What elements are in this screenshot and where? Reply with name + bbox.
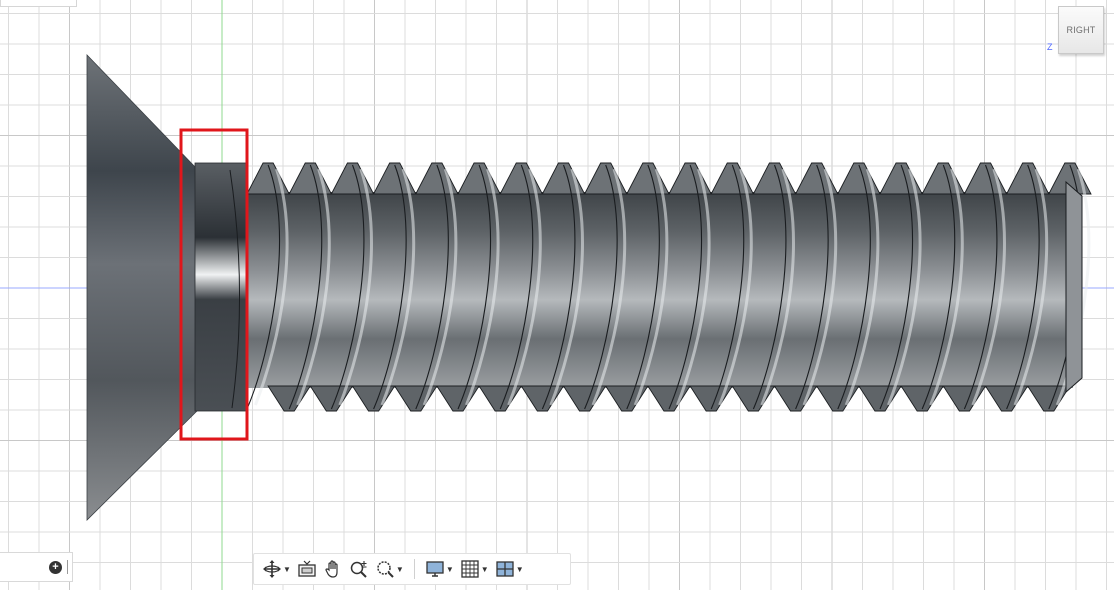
navigation-toolbar: ▼ ▼ ▼ ▼ ▼ bbox=[253, 553, 571, 585]
viewcube-axis-label: Z bbox=[1047, 42, 1053, 52]
chevron-down-icon[interactable]: ▼ bbox=[283, 565, 291, 574]
viewports-icon bbox=[496, 561, 514, 577]
zoom-plusminus-icon bbox=[350, 561, 367, 578]
pan-tool[interactable] bbox=[321, 556, 345, 582]
fit-tool[interactable]: ▼ bbox=[373, 556, 406, 582]
toolbar-separator bbox=[413, 559, 415, 579]
grid-settings[interactable]: ▼ bbox=[458, 556, 491, 582]
hand-icon bbox=[325, 560, 338, 578]
plus-circle-icon[interactable]: + bbox=[49, 560, 62, 574]
chevron-down-icon[interactable]: ▼ bbox=[396, 565, 404, 574]
orbit-icon bbox=[263, 560, 281, 578]
viewports[interactable]: ▼ bbox=[493, 556, 526, 582]
thread-end[interactable] bbox=[1065, 180, 1083, 394]
zoom-window-icon bbox=[377, 561, 394, 578]
look-at-tool[interactable] bbox=[295, 556, 319, 582]
bolt-model[interactable] bbox=[86, 54, 1092, 521]
monitor-icon bbox=[426, 561, 444, 577]
chevron-down-icon[interactable]: ▼ bbox=[516, 565, 524, 574]
chevron-down-icon[interactable]: ▼ bbox=[481, 565, 489, 574]
look-at-icon bbox=[298, 560, 316, 577]
viewcube-face-label[interactable]: RIGHT bbox=[1067, 25, 1096, 35]
display-settings[interactable]: ▼ bbox=[423, 556, 456, 582]
canvas-viewport[interactable]: RIGHT Z bbox=[0, 0, 1114, 590]
model-canvas[interactable] bbox=[0, 0, 1114, 590]
viewcube[interactable]: RIGHT bbox=[1058, 6, 1104, 54]
top-left-panel-edge bbox=[0, 0, 77, 7]
orbit-tool[interactable]: ▼ bbox=[260, 556, 293, 582]
browser-panel-collapsed: + bbox=[0, 552, 73, 582]
zoom-tool[interactable] bbox=[347, 556, 371, 582]
panel-grip[interactable] bbox=[67, 560, 68, 574]
grid-icon bbox=[461, 560, 479, 578]
chevron-down-icon[interactable]: ▼ bbox=[446, 565, 454, 574]
